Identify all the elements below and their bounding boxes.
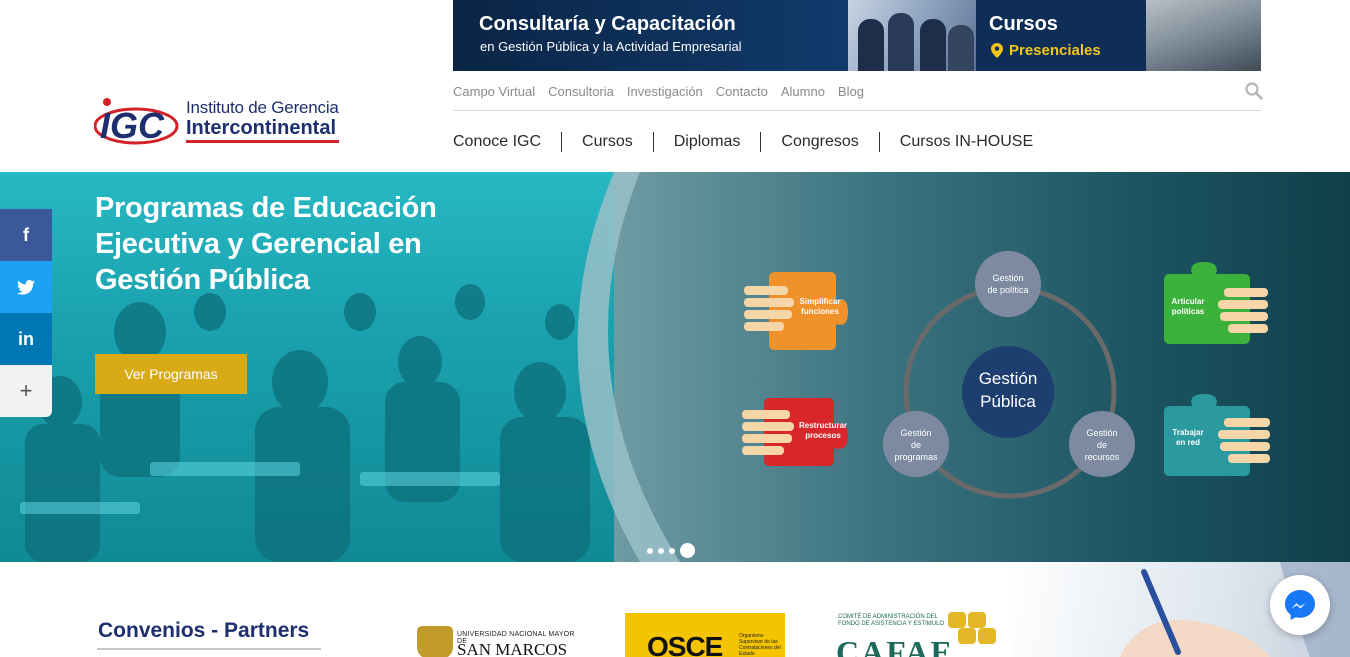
partners-title: Convenios - Partners	[98, 619, 310, 642]
util-link-campo-virtual[interactable]: Campo Virtual	[453, 84, 535, 100]
nav-congresos[interactable]: Congresos	[760, 132, 878, 152]
svg-text:Articular: Articular	[1172, 297, 1205, 306]
partners-section: Convenios - Partners UNIVERSIDAD NACIONA…	[0, 562, 1350, 657]
cafae-description: COMITÉ DE ADMINISTRACIÓN DEL FONDO DE AS…	[838, 614, 945, 627]
slider-dot-3[interactable]	[669, 547, 675, 554]
center-line2: Pública	[980, 392, 1036, 411]
nav-cursos-in-house[interactable]: Cursos IN-HOUSE	[878, 132, 1053, 152]
svg-text:Restructurar: Restructurar	[799, 421, 847, 430]
logo-name: Instituto de Gerencia Intercontinental	[186, 98, 339, 143]
top-ad-banner[interactable]: Consultaría y Capacitación en Gestión Pú…	[453, 0, 1261, 71]
center-line1: Gestión	[979, 369, 1038, 388]
search-icon[interactable]	[1245, 82, 1263, 100]
unmsm-name: SAN MARCOS	[457, 640, 568, 657]
more-share-button[interactable]: +	[0, 365, 52, 417]
svg-text:Gestión: Gestión	[992, 273, 1023, 283]
util-link-blog[interactable]: Blog	[838, 84, 864, 100]
facebook-share-button[interactable]: f	[0, 209, 52, 261]
banner-business-photo	[848, 0, 976, 71]
svg-text:Gestión: Gestión	[1086, 428, 1117, 438]
slider-dot-4-active[interactable]	[680, 543, 695, 558]
svg-text:Simplificar: Simplificar	[800, 297, 841, 306]
messenger-icon	[1285, 590, 1315, 620]
twitter-share-button[interactable]	[0, 261, 52, 313]
banner-title: Consultaría y Capacitación	[479, 13, 736, 35]
plus-icon: +	[19, 378, 33, 403]
puzzle-simplificar: Simplificar funciones	[744, 272, 848, 350]
banner-courses-title: Cursos	[989, 13, 1058, 35]
util-link-investigacion[interactable]: Investigación	[627, 84, 703, 100]
logo-mark-text: IGC	[100, 105, 165, 146]
svg-text:Trabajar: Trabajar	[1172, 428, 1203, 437]
honeycomb-icon	[948, 612, 966, 628]
location-pin-icon	[991, 43, 1003, 58]
partner-logo-unmsm[interactable]: UNIVERSIDAD NACIONAL MAYOR DE SAN MARCOS	[417, 624, 577, 657]
social-share-bar: f in +	[0, 209, 52, 417]
nav-diplomas[interactable]: Diplomas	[652, 132, 761, 152]
slider-dot-2[interactable]	[658, 547, 664, 554]
nav-cursos[interactable]: Cursos	[561, 132, 653, 152]
banner-courses-subtitle: Presenciales	[1009, 42, 1101, 59]
puzzle-articular: Articular políticas	[1164, 262, 1268, 344]
unmsm-crest-icon	[417, 626, 453, 657]
puzzle-trabajar: Trabajar en red	[1164, 394, 1270, 476]
svg-text:programas: programas	[894, 452, 938, 462]
main-nav: Conoce IGC Cursos Diplomas Congresos Cur…	[453, 131, 1053, 153]
puzzle-restructurar: Restructurar procesos	[742, 398, 848, 466]
igc-logo-mark: IGC	[94, 98, 179, 146]
hero-slider: Programas de Educación Ejecutiva y Geren…	[0, 172, 1350, 562]
honeycomb-cell	[958, 628, 976, 644]
utility-divider	[453, 110, 1261, 111]
svg-text:en red: en red	[1176, 438, 1200, 447]
node-politica	[975, 251, 1041, 317]
slider-dot-1[interactable]	[647, 547, 653, 554]
logo-name-line2: Intercontinental	[186, 117, 339, 143]
svg-text:de política: de política	[987, 285, 1028, 295]
util-link-alumno[interactable]: Alumno	[781, 84, 825, 100]
linkedin-icon: in	[18, 328, 34, 349]
svg-text:recursos: recursos	[1085, 452, 1120, 462]
twitter-icon	[17, 279, 35, 295]
hero-diagonal-shape	[577, 172, 680, 562]
nav-conoce-igc[interactable]: Conoce IGC	[453, 132, 561, 152]
hero-headline: Programas de Educación Ejecutiva y Geren…	[95, 192, 437, 296]
util-link-consultoria[interactable]: Consultoria	[548, 84, 614, 100]
facebook-icon: f	[23, 224, 29, 245]
site-header: IGC Instituto de Gerencia Intercontinent…	[0, 0, 1350, 172]
site-logo[interactable]: IGC Instituto de Gerencia Intercontinent…	[94, 96, 354, 150]
slider-dots	[647, 543, 695, 558]
logo-name-line1: Instituto de Gerencia	[186, 98, 339, 117]
svg-text:de: de	[1097, 440, 1107, 450]
svg-text:de: de	[911, 440, 921, 450]
utility-nav: Campo Virtual Consultoria Investigación …	[453, 84, 864, 100]
linkedin-share-button[interactable]: in	[0, 313, 52, 365]
svg-text:funciones: funciones	[801, 307, 839, 316]
banner-subtitle: en Gestión Pública y la Actividad Empres…	[480, 39, 742, 54]
svg-text:Gestión: Gestión	[900, 428, 931, 438]
partner-logo-osce[interactable]: OSCE Organismo Supervisor de las Contrat…	[625, 613, 785, 657]
gestion-publica-diagram: Gestión Pública Gestión de política Gest…	[742, 251, 1270, 499]
honeycomb-cell	[968, 612, 986, 628]
svg-text:políticas: políticas	[1172, 307, 1205, 316]
ver-programas-button[interactable]: Ver Programas	[95, 354, 247, 394]
cafae-name: CAFAE	[836, 634, 954, 657]
messenger-chat-button[interactable]	[1270, 575, 1330, 635]
osce-description: Organismo Supervisor de las Contratacion…	[739, 633, 781, 657]
partner-logo-cafae[interactable]: COMITÉ DE ADMINISTRACIÓN DEL FONDO DE AS…	[836, 608, 996, 657]
partners-title-underline	[97, 648, 321, 650]
util-link-contacto[interactable]: Contacto	[716, 84, 768, 100]
honeycomb-cell	[978, 628, 996, 644]
svg-text:procesos: procesos	[805, 431, 841, 440]
osce-name: OSCE	[647, 631, 723, 657]
banner-classroom-photo	[1146, 0, 1261, 71]
